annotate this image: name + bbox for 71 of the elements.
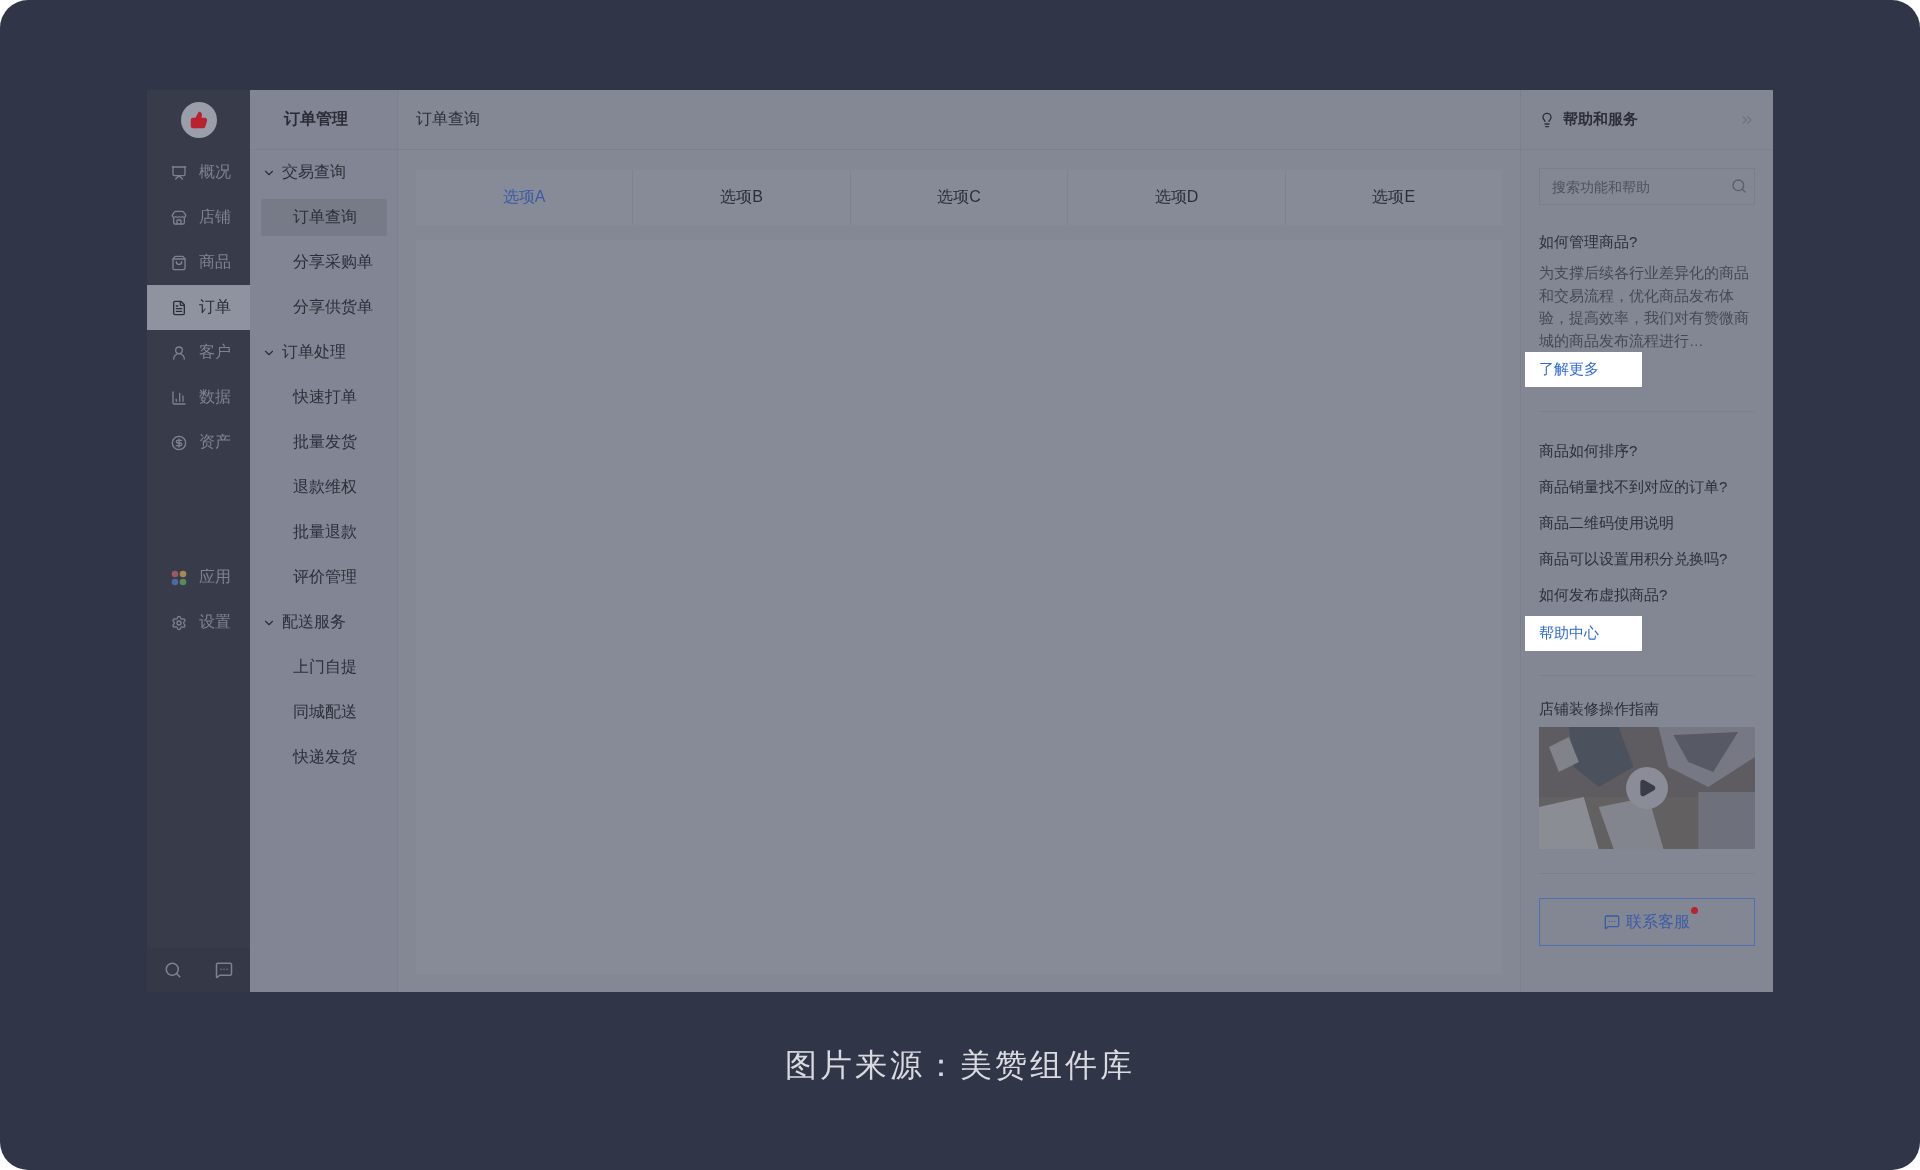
nav-label: 设置	[199, 612, 231, 632]
nav-item[interactable]: 评价管理	[261, 559, 387, 596]
play-icon	[1637, 778, 1657, 798]
help-center-link[interactable]: 帮助中心	[1525, 616, 1642, 651]
nav-group[interactable]: 订单处理	[250, 330, 397, 375]
nav-icon	[171, 254, 187, 271]
nav-icon	[171, 434, 187, 451]
nav-item[interactable]: 商品	[147, 240, 250, 285]
nav-item[interactable]: 店铺	[147, 195, 250, 240]
nav-icon	[171, 344, 187, 361]
help-question-link[interactable]: 如何发布虚拟商品?	[1539, 580, 1755, 610]
help-question-link[interactable]: 商品二维码使用说明	[1539, 508, 1755, 538]
nav-icon	[171, 164, 187, 181]
nav-label: 客户	[199, 342, 231, 362]
nav-item[interactable]: 快速打单	[261, 379, 387, 416]
nav-label: 数据	[199, 387, 231, 407]
search-icon[interactable]	[163, 961, 182, 979]
nav-icon	[171, 209, 187, 226]
nav-item[interactable]: 分享采购单	[261, 244, 387, 281]
nav-item[interactable]: 同城配送	[261, 694, 387, 731]
nav-item[interactable]: 资产	[147, 420, 250, 465]
nav-item[interactable]: 客户	[147, 330, 250, 375]
page-title: 订单查询	[398, 90, 1520, 150]
nav-label: 概况	[199, 162, 231, 182]
nav-item[interactable]: 应用	[147, 555, 250, 600]
nav-item[interactable]: 分享供货单	[261, 289, 387, 326]
nav-icon	[171, 389, 187, 406]
apps-icon	[171, 569, 187, 586]
nav-item[interactable]: 快递发货	[261, 739, 387, 776]
help-question-link[interactable]: 商品可以设置用积分兑换吗?	[1539, 544, 1755, 574]
nav-icon	[171, 299, 187, 316]
nav-item[interactable]: 概况	[147, 150, 250, 195]
nav-item[interactable]: 设置	[147, 600, 250, 645]
section-title: 订单管理	[250, 90, 397, 150]
logo[interactable]	[180, 102, 217, 138]
group-label: 交易查询	[282, 162, 346, 182]
article-summary: 为支撑后续各行业差异化的商品和交易流程，优化商品发布体验，提高效率，我们对有赞微商城的商品发布流程进行…	[1539, 264, 1750, 351]
tab[interactable]: 选项B	[633, 170, 851, 225]
nav-item[interactable]: 批量退款	[261, 514, 387, 551]
help-question-link[interactable]: 商品销量找不到对应的订单?	[1539, 472, 1755, 502]
nav-label: 店铺	[199, 207, 231, 227]
nav-item[interactable]: 退款维权	[261, 469, 387, 506]
lightbulb-icon	[1539, 111, 1555, 128]
nav-item[interactable]: 数据	[147, 375, 250, 420]
nav-item[interactable]: 批量发货	[261, 424, 387, 461]
panel-title: 帮助和服务	[1563, 110, 1639, 129]
tab[interactable]: 选项D	[1068, 170, 1286, 225]
help-question-link[interactable]: 商品如何排序?	[1539, 436, 1755, 466]
group-label: 配送服务	[282, 612, 346, 632]
chat-icon	[1604, 914, 1620, 930]
nav-group[interactable]: 配送服务	[250, 600, 397, 645]
tab[interactable]: 选项C	[850, 170, 1069, 225]
video-title: 店铺装修操作指南	[1539, 700, 1660, 719]
nav-item[interactable]: 上门自提	[261, 649, 387, 686]
article-title: 如何管理商品?	[1539, 233, 1639, 252]
nav-label: 商品	[199, 252, 231, 272]
caption: 图片来源：美赞组件库	[785, 1046, 1135, 1085]
nav-label: 资产	[199, 432, 231, 452]
tab[interactable]: 选项E	[1285, 170, 1503, 225]
nav-item[interactable]: 订单	[147, 285, 250, 330]
chat-icon[interactable]	[215, 961, 234, 979]
tab[interactable]: 选项A	[416, 170, 634, 225]
learn-more-link[interactable]: 了解更多	[1525, 352, 1642, 387]
nav-item[interactable]: 订单查询	[261, 199, 387, 236]
search-icon	[1731, 178, 1747, 194]
thumbs-up-icon	[189, 111, 208, 129]
settings-icon	[171, 614, 187, 631]
nav-group[interactable]: 交易查询	[250, 150, 397, 195]
nav-label: 应用	[199, 567, 231, 587]
group-label: 订单处理	[282, 342, 346, 362]
nav-label: 订单	[199, 297, 231, 317]
